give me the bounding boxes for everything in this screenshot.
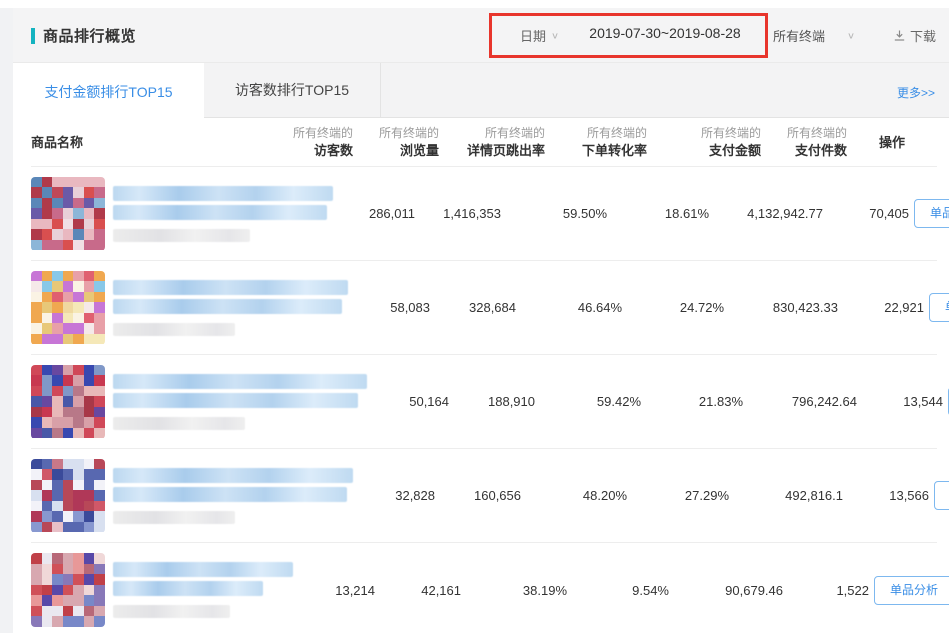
tab-bar: 支付金额排行TOP15 访客数排行TOP15 更多>> — [13, 62, 949, 118]
table-header-row: 商品名称 所有终端的 访客数 所有终端的 浏览量 所有终端的 详情页跳出率 所有… — [31, 118, 937, 167]
payment-amount-value: 90,679.46 — [669, 583, 783, 598]
visitors-value: 58,083 — [348, 300, 430, 315]
title-accent-bar — [31, 28, 35, 44]
bounce-rate-value: 59.50% — [501, 206, 607, 221]
col-header-pageviews: 所有终端的 浏览量 — [353, 125, 439, 159]
terminal-filter-dropdown[interactable]: 所有终端 ∨ — [773, 26, 855, 45]
table-row: 50,164 188,910 59.42% 21.83% 796,242.64 … — [31, 355, 937, 449]
conversion-rate-value: 27.29% — [627, 488, 729, 503]
col-header-bounce-rate: 所有终端的 详情页跳出率 — [439, 125, 545, 159]
product-subtitle-line — [113, 605, 230, 618]
col-header-action: 操作 — [847, 134, 937, 151]
product-title-line2 — [113, 393, 358, 408]
terminal-filter-value: 所有终端 — [773, 26, 825, 45]
product-subtitle-line — [113, 511, 235, 524]
pageviews-value: 1,416,353 — [415, 206, 501, 221]
pageviews-value: 328,684 — [430, 300, 516, 315]
single-item-analysis-button[interactable]: 单品分析 — [874, 576, 949, 605]
product-title-line2 — [113, 487, 347, 502]
pageviews-value: 188,910 — [449, 394, 535, 409]
download-icon — [893, 29, 906, 42]
panel-title: 商品排行概览 — [43, 25, 136, 46]
bounce-rate-value: 38.19% — [461, 583, 567, 598]
payment-amount-value: 492,816.1 — [729, 488, 843, 503]
tab-payment-ranking[interactable]: 支付金额排行TOP15 — [13, 63, 204, 120]
product-cell[interactable] — [31, 177, 333, 251]
bounce-rate-value: 59.42% — [535, 394, 641, 409]
col-header-payment-items: 所有终端的 支付件数 — [761, 125, 847, 159]
product-image-redacted — [31, 553, 105, 627]
single-item-analysis-button[interactable]: 单品分析 — [929, 293, 949, 322]
tab-visitor-ranking[interactable]: 访客数排行TOP15 — [204, 63, 381, 117]
product-cell[interactable] — [31, 553, 293, 627]
col-header-conversion-rate: 所有终端的 下单转化率 — [545, 125, 647, 159]
product-title-redacted — [113, 186, 333, 242]
payment-amount-value: 796,242.64 — [743, 394, 857, 409]
col-header-visitors: 所有终端的 访客数 — [271, 125, 353, 159]
panel-title-wrap: 商品排行概览 — [31, 25, 136, 46]
product-image-redacted — [31, 271, 105, 345]
conversion-rate-value: 24.72% — [622, 300, 724, 315]
conversion-rate-value: 9.54% — [567, 583, 669, 598]
payment-items-value: 70,405 — [823, 206, 909, 221]
product-title-line1 — [113, 280, 348, 295]
product-image-redacted — [31, 177, 105, 251]
product-title-line2 — [113, 299, 342, 314]
date-filter-label: 日期 — [520, 26, 546, 45]
visitors-value: 50,164 — [367, 394, 449, 409]
table-row: 32,828 160,656 48.20% 27.29% 492,816.1 1… — [31, 449, 937, 543]
product-cell[interactable] — [31, 271, 348, 345]
conversion-rate-value: 21.83% — [641, 394, 743, 409]
product-title-redacted — [113, 468, 353, 524]
product-title-line2 — [113, 205, 327, 220]
table-body: 286,011 1,416,353 59.50% 18.61% 4,132,94… — [13, 167, 949, 637]
visitors-value: 13,214 — [293, 583, 375, 598]
product-cell[interactable] — [31, 365, 367, 439]
pageviews-value: 42,161 — [375, 583, 461, 598]
more-link[interactable]: 更多>> — [897, 84, 935, 101]
product-title-line1 — [113, 468, 353, 483]
product-subtitle-line — [113, 323, 235, 336]
chevron-down-icon: ∨ — [847, 30, 855, 40]
payment-amount-value: 4,132,942.77 — [709, 206, 823, 221]
single-item-analysis-button[interactable]: 单品分析 — [934, 481, 949, 510]
product-subtitle-line — [113, 417, 245, 430]
page-left-gutter — [0, 8, 13, 633]
conversion-rate-value: 18.61% — [607, 206, 709, 221]
pageviews-value: 160,656 — [435, 488, 521, 503]
bounce-rate-value: 48.20% — [521, 488, 627, 503]
date-filter-dropdown[interactable]: 日期 ∨ — [520, 26, 559, 45]
product-image-redacted — [31, 365, 105, 439]
product-image-redacted — [31, 459, 105, 533]
product-subtitle-line — [113, 229, 250, 242]
product-title-redacted — [113, 374, 367, 430]
chevron-down-icon: ∨ — [551, 30, 559, 40]
product-title-redacted — [113, 280, 348, 336]
visitors-value: 286,011 — [333, 206, 415, 221]
product-title-line2 — [113, 581, 263, 596]
col-header-payment-amount: 所有终端的 支付金额 — [647, 125, 761, 159]
payment-items-value: 1,522 — [783, 583, 869, 598]
product-title-redacted — [113, 562, 293, 618]
table-row: 13,214 42,161 38.19% 9.54% 90,679.46 1,5… — [31, 543, 937, 637]
table-row: 286,011 1,416,353 59.50% 18.61% 4,132,94… — [31, 167, 937, 261]
table-row: 58,083 328,684 46.64% 24.72% 830,423.33 … — [31, 261, 937, 355]
panel-header: 商品排行概览 日期 ∨ 2019-07-30~2019-08-28 所有终端 ∨… — [13, 8, 949, 62]
single-item-analysis-button[interactable]: 单品分析 — [914, 199, 949, 228]
product-ranking-panel: 商品排行概览 日期 ∨ 2019-07-30~2019-08-28 所有终端 ∨… — [13, 8, 949, 633]
col-header-product: 商品名称 — [31, 134, 271, 151]
payment-items-value: 13,566 — [843, 488, 929, 503]
visitors-value: 32,828 — [353, 488, 435, 503]
product-title-line1 — [113, 186, 333, 201]
product-title-line1 — [113, 562, 293, 577]
product-title-line1 — [113, 374, 367, 389]
product-cell[interactable] — [31, 459, 353, 533]
bounce-rate-value: 46.64% — [516, 300, 622, 315]
date-range-value[interactable]: 2019-07-30~2019-08-28 — [565, 25, 765, 41]
download-button[interactable]: 下载 — [893, 26, 936, 45]
payment-items-value: 22,921 — [838, 300, 924, 315]
download-label: 下载 — [910, 26, 936, 45]
payment-amount-value: 830,423.33 — [724, 300, 838, 315]
payment-items-value: 13,544 — [857, 394, 943, 409]
